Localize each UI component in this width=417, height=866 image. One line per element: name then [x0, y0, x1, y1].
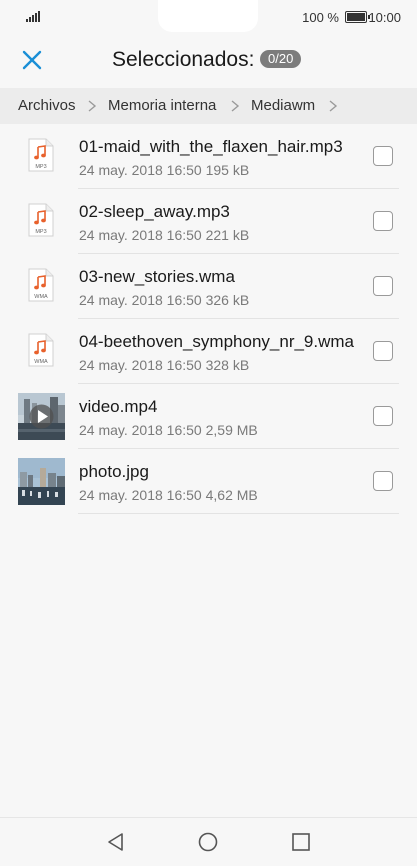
battery-icon	[345, 11, 370, 23]
file-checkbox[interactable]	[373, 276, 393, 296]
selection-header: Seleccionados: 0/20	[0, 36, 417, 86]
system-nav-bar	[0, 817, 417, 866]
breadcrumb-item-mediawm[interactable]: Mediawm	[251, 97, 315, 114]
camera-notch	[158, 0, 258, 32]
music-file-icon: WMA	[28, 333, 54, 367]
file-list: MP3 01-maid_with_the_flaxen_hair.mp3 24 …	[0, 124, 417, 514]
file-details: 24 may. 2018 16:50 2,59 MB	[79, 422, 258, 438]
row-divider	[78, 513, 399, 514]
file-details: 24 may. 2018 16:50 4,62 MB	[79, 487, 258, 503]
file-name: photo.jpg	[79, 462, 149, 481]
svg-text:MP3: MP3	[35, 164, 46, 170]
file-name: 02-sleep_away.mp3	[79, 202, 230, 221]
music-file-icon: WMA	[28, 268, 54, 302]
battery-percentage: 100 %	[302, 10, 339, 25]
file-row[interactable]: video.mp4 24 may. 2018 16:50 2,59 MB	[0, 384, 417, 449]
photo-thumbnail	[18, 458, 65, 505]
svg-text:MP3: MP3	[35, 229, 46, 235]
file-details: 24 may. 2018 16:50 326 kB	[79, 292, 250, 308]
page-title: Seleccionados:	[112, 48, 255, 71]
music-file-icon: MP3	[28, 203, 54, 237]
file-details: 24 may. 2018 16:50 328 kB	[79, 357, 250, 373]
status-bar: 100 % 10:00	[0, 0, 417, 34]
chevron-right-icon	[231, 100, 240, 112]
back-triangle-icon[interactable]	[105, 831, 127, 853]
chevron-right-icon	[329, 100, 338, 112]
close-icon[interactable]	[18, 46, 46, 74]
file-row[interactable]: photo.jpg 24 may. 2018 16:50 4,62 MB	[0, 449, 417, 514]
chevron-right-icon	[88, 100, 97, 112]
file-name: video.mp4	[79, 397, 158, 416]
file-checkbox[interactable]	[373, 211, 393, 231]
svg-text:WMA: WMA	[34, 294, 48, 300]
file-name: 03-new_stories.wma	[79, 267, 235, 286]
selection-count-badge: 0/20	[260, 50, 302, 68]
file-checkbox[interactable]	[373, 341, 393, 361]
file-row[interactable]: MP3 01-maid_with_the_flaxen_hair.mp3 24 …	[0, 124, 417, 189]
video-thumbnail	[18, 393, 65, 440]
home-circle-icon[interactable]	[197, 831, 219, 853]
clock: 10:00	[368, 10, 401, 25]
breadcrumb: Archivos Memoria interna Mediawm	[0, 88, 417, 124]
file-details: 24 may. 2018 16:50 221 kB	[79, 227, 250, 243]
file-name: 04-beethoven_symphony_nr_9.wma	[79, 332, 355, 351]
file-checkbox[interactable]	[373, 406, 393, 426]
file-row[interactable]: WMA 03-new_stories.wma 24 may. 2018 16:5…	[0, 254, 417, 319]
music-file-icon: MP3	[28, 138, 54, 172]
signal-icon	[26, 11, 40, 22]
file-row[interactable]: MP3 02-sleep_away.mp3 24 may. 2018 16:50…	[0, 189, 417, 254]
file-checkbox[interactable]	[373, 146, 393, 166]
file-details: 24 may. 2018 16:50 195 kB	[79, 162, 250, 178]
recents-square-icon[interactable]	[290, 831, 312, 853]
svg-text:WMA: WMA	[34, 359, 48, 365]
breadcrumb-item-memoria-interna[interactable]: Memoria interna	[108, 97, 216, 114]
file-checkbox[interactable]	[373, 471, 393, 491]
file-row[interactable]: WMA 04-beethoven_symphony_nr_9.wma 24 ma…	[0, 319, 417, 384]
file-name: 01-maid_with_the_flaxen_hair.mp3	[79, 137, 343, 156]
breadcrumb-item-archivos[interactable]: Archivos	[18, 97, 76, 114]
